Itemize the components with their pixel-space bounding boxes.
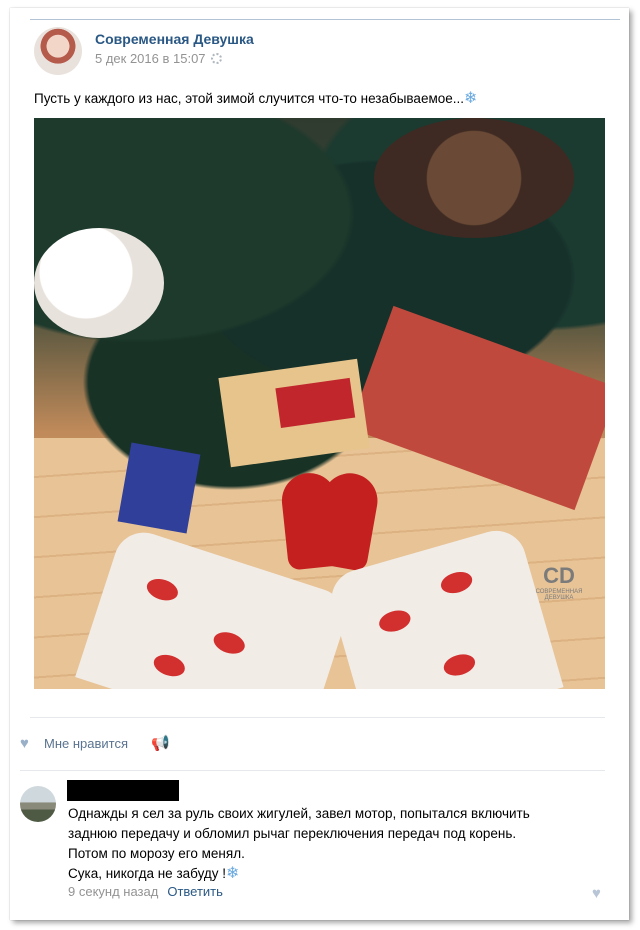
heart-icon[interactable]: ♥ <box>20 736 35 751</box>
watermark-logo-text: CD <box>543 563 575 588</box>
heart-pattern <box>144 575 181 605</box>
comment-line: Сука, никогда не забуду ! <box>68 866 227 881</box>
heart-pattern <box>438 568 475 597</box>
photo-ornament <box>34 228 164 338</box>
snowflake-icon: ❄ <box>226 865 240 882</box>
comment-line-last: Сука, никогда не забуду !❄ <box>68 864 598 884</box>
commenter-avatar[interactable] <box>20 786 56 822</box>
post-date[interactable]: 5 дек 2016 в 15:07 <box>95 51 222 66</box>
watermark-logo: CD СОВРЕМЕННАЯ ДЕВУШКА <box>524 563 594 603</box>
like-bar: ♥ Мне нравится 📢 <box>20 734 170 752</box>
photo-gift-card <box>275 377 356 428</box>
like-button[interactable]: Мне нравится <box>44 736 128 751</box>
gear-icon[interactable] <box>210 53 222 64</box>
comment-text: Однажды я сел за руль своих жигулей, зав… <box>68 804 598 884</box>
watermark-caption: СОВРЕМЕННАЯ ДЕВУШКА <box>535 589 583 601</box>
comment-line: Однажды я сел за руль своих жигулей, зав… <box>68 806 530 821</box>
comments-divider <box>20 770 605 771</box>
actions-divider <box>30 717 605 718</box>
comment-meta: 9 секунд назад Ответить <box>68 884 223 899</box>
author-avatar[interactable] <box>34 27 82 75</box>
comment-time[interactable]: 9 секунд назад <box>68 884 158 899</box>
heart-pattern <box>376 607 413 636</box>
post-text: Пусть у каждого из нас, этой зимой случи… <box>34 88 477 108</box>
snowflake-icon: ❄ <box>464 90 478 107</box>
heart-pattern <box>441 650 478 680</box>
post-date-text[interactable]: 5 дек 2016 в 15:07 <box>95 51 206 66</box>
post-text-body: Пусть у каждого из нас, этой зимой случи… <box>34 91 465 106</box>
post-photo[interactable]: CD СОВРЕМЕННАЯ ДЕВУШКА <box>34 118 605 689</box>
heart-pattern <box>210 628 248 658</box>
comment-line: Потом по морозу его менял. <box>68 846 245 861</box>
megaphone-icon[interactable]: 📢 <box>151 734 170 752</box>
top-divider <box>30 19 620 20</box>
commenter-name-redacted <box>67 780 179 801</box>
photo-gift-gold <box>218 358 370 468</box>
author-name[interactable]: Современная Девушка <box>95 31 254 47</box>
comment-heart-icon[interactable]: ♥ <box>592 885 601 902</box>
photo-gift-blue <box>117 442 201 534</box>
photo-pinecone <box>374 118 574 238</box>
heart-pattern <box>150 651 188 680</box>
reply-button[interactable]: Ответить <box>167 884 223 899</box>
comment-line: заднюю передачу и обломил рычаг переключ… <box>68 826 517 841</box>
